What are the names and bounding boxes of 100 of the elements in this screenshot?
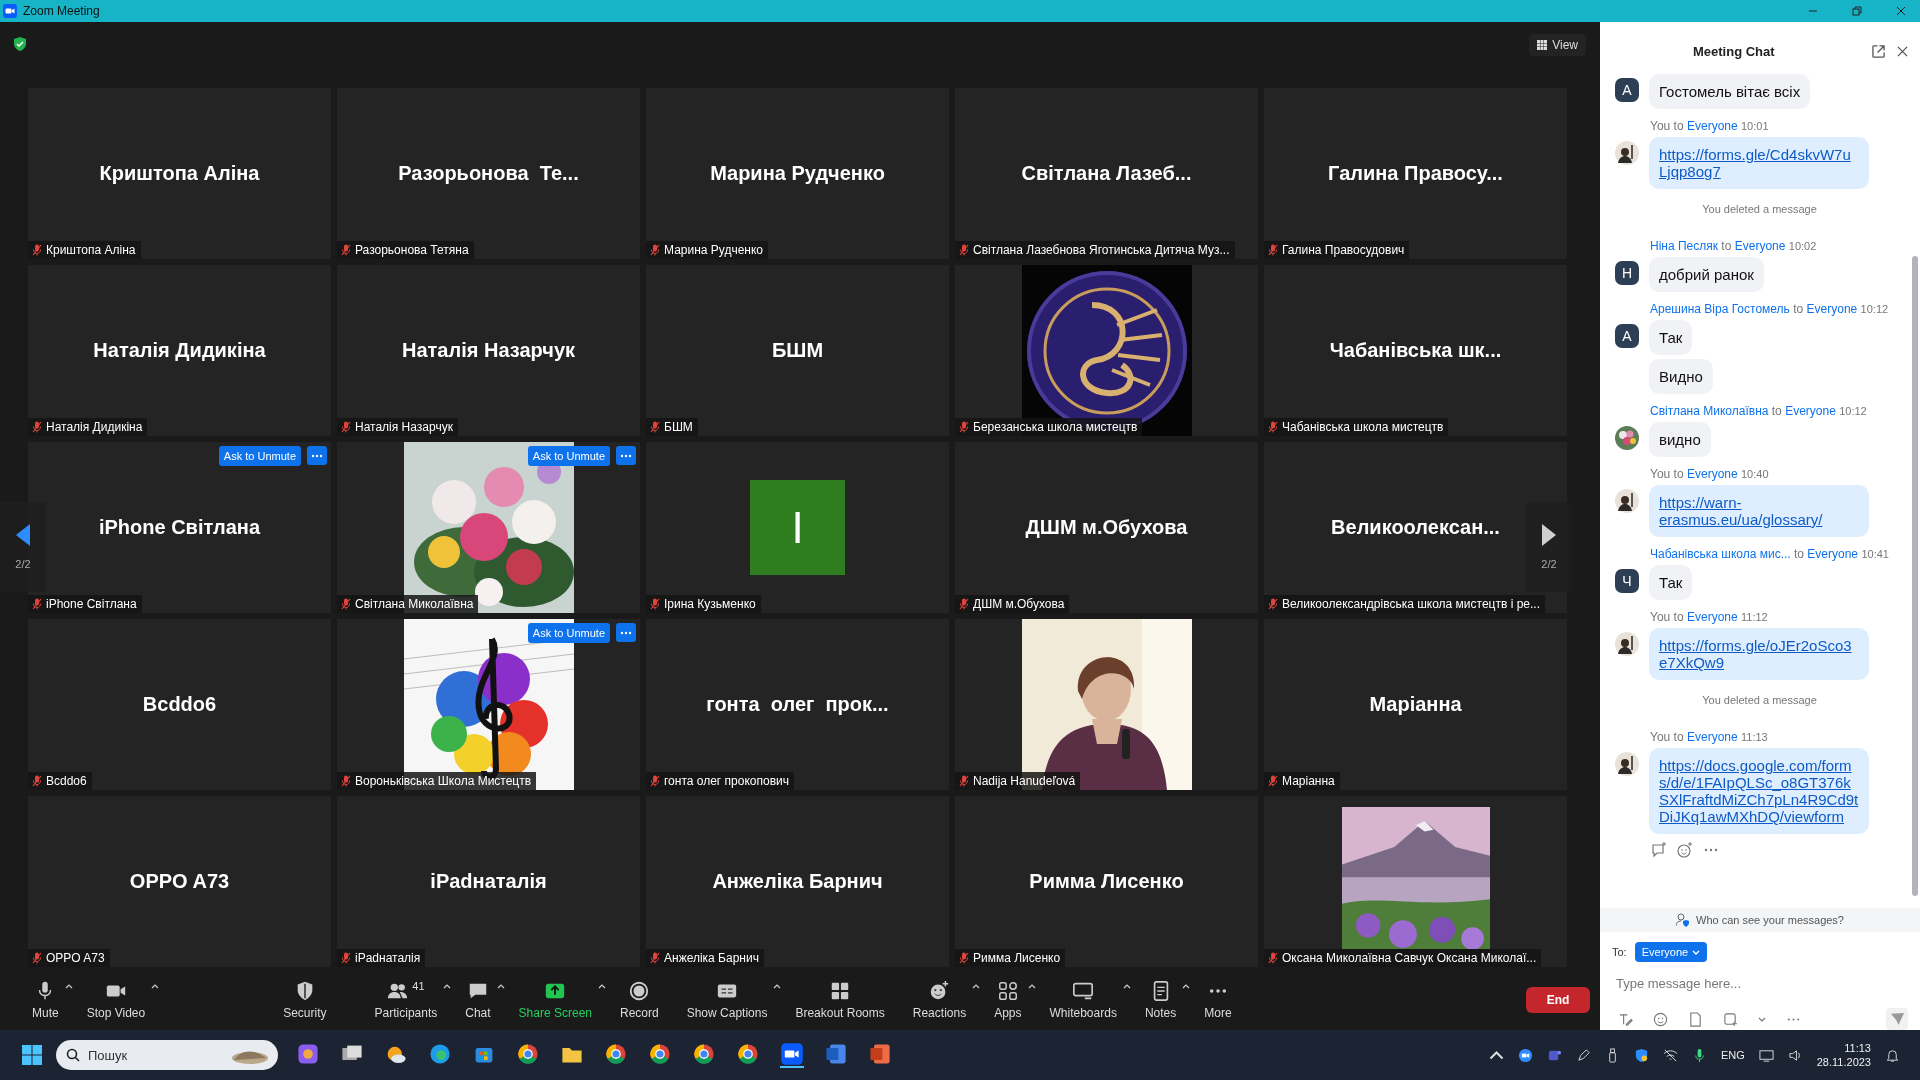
toolbar-shield-button[interactable]: Security	[269, 980, 341, 1020]
video-tile[interactable]: OPPO A73 OPPO A73	[28, 796, 331, 967]
notification-bell-icon[interactable]	[1885, 1047, 1900, 1063]
close-icon[interactable]	[1896, 6, 1906, 16]
message-link[interactable]: https://forms.gle/Cd4skvW7uLjqp8og7	[1659, 146, 1859, 180]
caret-icon[interactable]	[773, 984, 782, 989]
caret-icon[interactable]	[1027, 984, 1036, 989]
security-shield-icon[interactable]	[1633, 1047, 1649, 1063]
participant-label: iPhone Світлана	[46, 597, 137, 611]
video-tile[interactable]: I Ірина Кузьменко	[646, 442, 949, 613]
toolbar-reactions-button[interactable]: Reactions	[898, 980, 981, 1020]
browser-icon[interactable]	[648, 1042, 672, 1066]
caret-icon[interactable]	[64, 984, 73, 989]
toolbar-mic-button[interactable]: Mute	[18, 980, 73, 1020]
privacy-banner[interactable]: Who can see your messages?	[1600, 908, 1920, 932]
caret-icon[interactable]	[1122, 984, 1131, 989]
windows-start-icon[interactable]	[22, 1045, 42, 1065]
more-options-button[interactable]	[616, 446, 636, 465]
video-tile[interactable]: БШМ БШМ	[646, 265, 949, 436]
participant-label: Вороньківська Школа Мистецтв	[355, 774, 532, 788]
video-call-icon[interactable]	[780, 1042, 804, 1068]
browser-icon[interactable]	[604, 1042, 628, 1066]
participant-label: Римма Лисенко	[973, 951, 1061, 965]
caret-icon[interactable]	[151, 984, 160, 989]
app-icon[interactable]	[296, 1042, 320, 1066]
more-options-button[interactable]	[616, 623, 636, 642]
speaker-icon[interactable]	[1787, 1047, 1803, 1063]
file-icon[interactable]	[1688, 1011, 1703, 1027]
ask-to-unmute-button[interactable]: Ask to Unmute	[218, 446, 301, 466]
end-button[interactable]: End	[1526, 987, 1590, 1013]
add-reaction-icon[interactable]	[1677, 842, 1693, 858]
restore-icon[interactable]	[1852, 6, 1862, 16]
toolbar-whiteboard-button[interactable]: Whiteboards	[1035, 980, 1131, 1020]
format-icon[interactable]	[1618, 1011, 1633, 1027]
pen-icon[interactable]	[1575, 1047, 1591, 1063]
message-link[interactable]: https://docs.google.com/forms/d/e/1FAIpQLSc_o8GT376kSXlFraftdMiZCh7pLn4R9Cd9tDiJKq1awMXhDQ/viewform	[1659, 757, 1859, 825]
taskbar-search-field[interactable]: Пошук	[56, 1040, 278, 1070]
recipient-dropdown[interactable]: Everyone	[1634, 942, 1708, 962]
slides-icon[interactable]	[868, 1042, 892, 1066]
ask-to-unmute-button[interactable]: Ask to Unmute	[527, 446, 610, 466]
message-link[interactable]: https://warn-erasmus.eu/ua/glossary/	[1659, 494, 1859, 528]
toolbar-record-button[interactable]: Record	[606, 980, 673, 1020]
message-link[interactable]: https://forms.gle/oJEr2oSco3e7XkQw9	[1659, 637, 1859, 671]
browser-icon[interactable]	[516, 1042, 540, 1066]
toolbar-share-button[interactable]: Share Screen	[504, 980, 606, 1020]
input-language[interactable]: ENG	[1720, 1049, 1745, 1061]
video-tile[interactable]: Наталія Назарчук Наталія Назарчук	[337, 265, 640, 436]
toolbar-video-button[interactable]: Stop Video	[72, 980, 160, 1020]
video-tile[interactable]: Bcddo6 Bcddo6	[28, 619, 331, 790]
video-call-icon[interactable]	[1517, 1047, 1533, 1063]
video-tile[interactable]: ДШМ м.Обухова ДШМ м.Обухова	[955, 442, 1258, 613]
toolbar-people-button[interactable]: 41 Participants	[360, 980, 452, 1020]
video-tile[interactable]: Анжеліка Барнич Анжеліка Барнич	[646, 796, 949, 967]
video-tile[interactable]: Ask to Unmute Світлана Миколаївна	[337, 442, 640, 613]
caret-icon[interactable]	[1182, 984, 1191, 989]
toolbar-captions-button[interactable]: Show Captions	[672, 980, 782, 1020]
toolbar-more-button[interactable]: More	[1190, 980, 1246, 1020]
scrollbar[interactable]	[1912, 256, 1918, 896]
clock[interactable]: 11:13 28.11.2023	[1816, 1042, 1871, 1068]
emoji-icon[interactable]	[1653, 1011, 1668, 1027]
more-options-button[interactable]	[307, 446, 327, 465]
search-placeholder: Пошук	[88, 1047, 128, 1063]
close-icon[interactable]	[1897, 45, 1908, 57]
video-tile[interactable]: iPadнаталія iPadнаталія	[337, 796, 640, 967]
video-tile[interactable]: Галина Правосу... Галина Правосудович	[1264, 88, 1567, 259]
video-tile[interactable]: Березанська школа мистецтв	[955, 265, 1258, 436]
display-icon[interactable]	[1758, 1047, 1774, 1063]
screenshot-icon[interactable]	[1723, 1011, 1738, 1027]
view-button[interactable]: View	[1529, 34, 1586, 56]
caret-icon[interactable]	[972, 984, 981, 989]
toolbar-apps-button[interactable]: Apps	[980, 980, 1036, 1020]
shield-icon[interactable]	[14, 37, 26, 51]
toolbar-chat-button[interactable]: Chat	[451, 980, 505, 1020]
video-tile[interactable]: Криштопа Аліна Криштопа Аліна	[28, 88, 331, 259]
video-tile[interactable]: Світлана Лазеб... Світлана Лазебнова Яготинська Дитяча Муз...	[955, 88, 1258, 259]
caret-icon[interactable]	[496, 984, 505, 989]
video-tile[interactable]: Римма Лисенко Римма Лисенко	[955, 796, 1258, 967]
video-tile[interactable]: Чабанівська шк... Чабанівська школа мистецтв	[1264, 265, 1567, 436]
browser-icon[interactable]	[692, 1042, 716, 1066]
video-tile[interactable]: Nadija Hanudeľová	[955, 619, 1258, 790]
reply-icon[interactable]	[1651, 842, 1667, 858]
ask-to-unmute-button[interactable]: Ask to Unmute	[527, 623, 610, 643]
video-tile[interactable]: Оксана Миколаївна Савчук Оксана Миколаї...	[1264, 796, 1567, 967]
message-bubble: видно	[1649, 422, 1711, 457]
send-button[interactable]	[1886, 1008, 1908, 1030]
caret-icon[interactable]	[598, 984, 606, 989]
video-tile[interactable]: Разорьонова Те... Разорьонова Тетяна	[337, 88, 640, 259]
video-tile[interactable]: Марина Рудченко Марина Рудченко	[646, 88, 949, 259]
document-icon[interactable]	[824, 1042, 848, 1066]
toolbar-rooms-button[interactable]: Breakout Rooms	[781, 980, 899, 1020]
caret-icon[interactable]	[443, 984, 452, 989]
video-tile[interactable]: Наталія Дидикіна Наталія Дидикіна	[28, 265, 331, 436]
browser-icon[interactable]	[428, 1042, 452, 1066]
network-off-icon[interactable]	[1662, 1047, 1678, 1063]
video-tile[interactable]: Маріанна Маріанна	[1264, 619, 1567, 790]
pop-out-icon[interactable]	[1872, 44, 1885, 58]
browser-icon[interactable]	[736, 1042, 760, 1066]
right-arrow-icon	[1542, 524, 1556, 546]
toolbar-notes-button[interactable]: Notes	[1130, 980, 1191, 1020]
video-tile[interactable]: гонта олег прок... гонта олег прокопович	[646, 619, 949, 790]
